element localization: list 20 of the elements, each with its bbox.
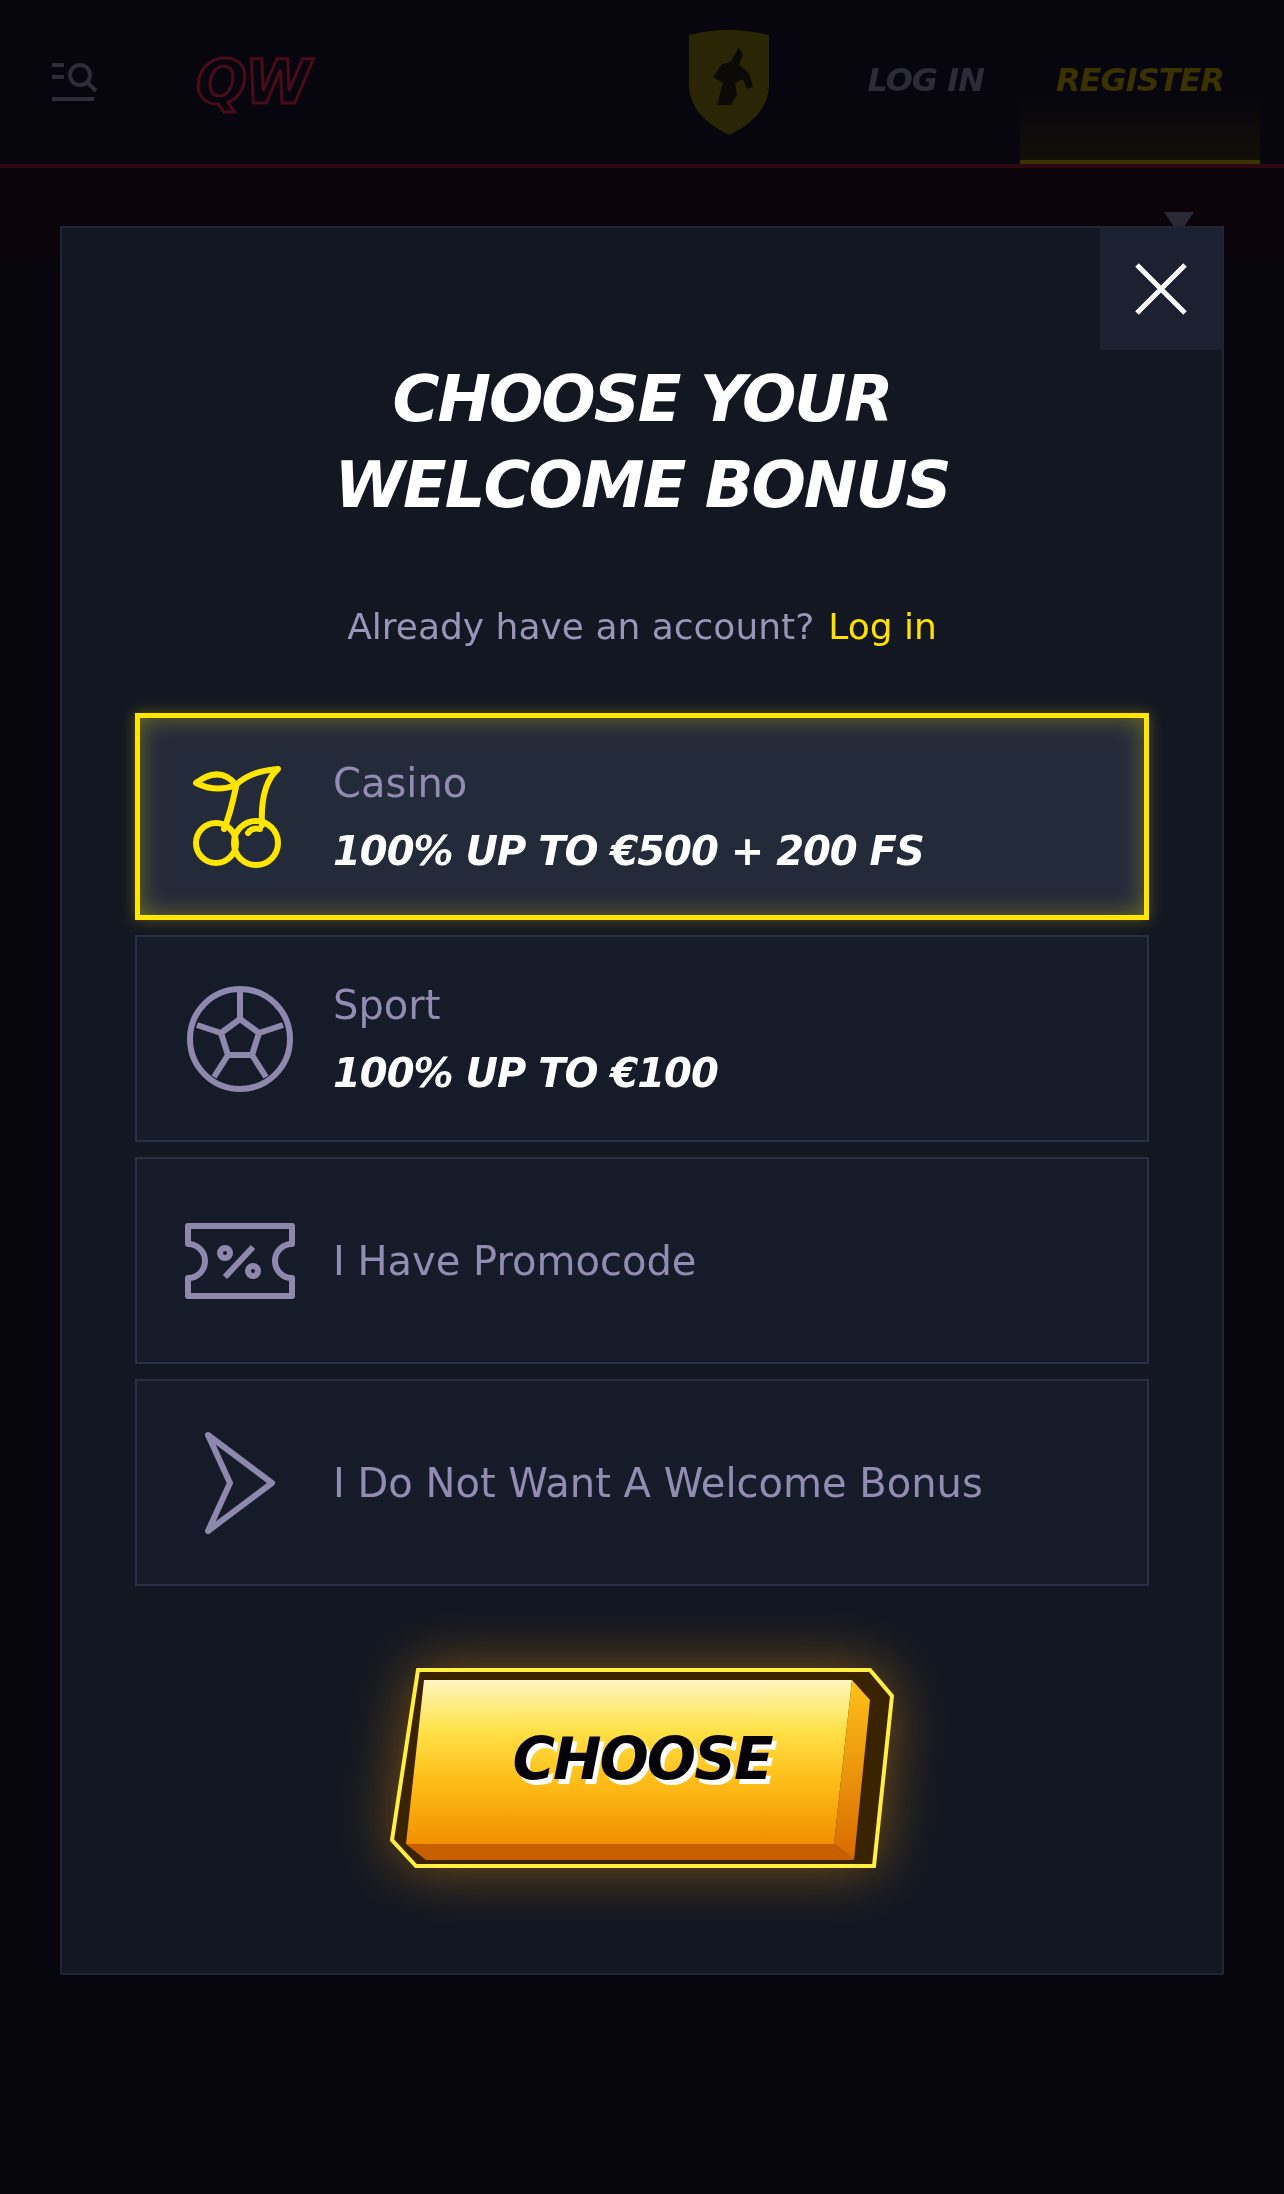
close-button[interactable]: [1100, 228, 1222, 350]
login-link[interactable]: Log in: [828, 606, 937, 647]
option-title: Casino: [333, 759, 469, 806]
bonus-option[interactable]: I Do Not Want A Welcome Bonus: [135, 1379, 1149, 1586]
bonus-option[interactable]: I Have Promocode: [135, 1157, 1149, 1364]
modal-title-line: CHOOSE YOUR: [392, 361, 892, 438]
shield-icon: [687, 27, 772, 137]
option-title: Sport: [333, 981, 442, 1028]
login-prompt: Already have an account?: [347, 606, 815, 647]
option-title: I Do Not Want A Welcome Bonus: [333, 1459, 983, 1506]
bonus-option[interactable]: Sport 100% UP TO €100: [135, 935, 1149, 1142]
soccer-ball-icon: [185, 983, 295, 1094]
close-icon: [1135, 263, 1187, 315]
modal-title-line: WELCOME BONUS: [334, 447, 950, 524]
chevron-right-icon: [202, 1430, 278, 1535]
option-title: I Have Promocode: [333, 1237, 697, 1284]
bonus-option[interactable]: Casino 100% UP TO €500 + 200 FS: [135, 713, 1149, 920]
offer-text: 100% UP TO €500 + 200 FS: [333, 827, 924, 874]
ticket-percent-icon: [185, 1222, 295, 1299]
offer-text: 100% UP TO €100: [333, 1049, 718, 1096]
